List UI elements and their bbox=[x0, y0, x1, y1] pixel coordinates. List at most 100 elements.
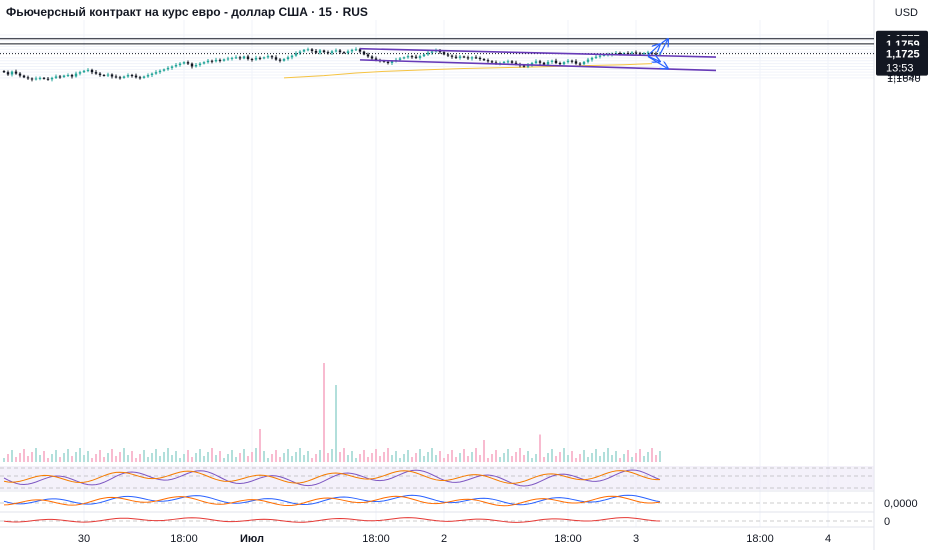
volume-bar bbox=[463, 449, 465, 462]
time-axis-label: 4 bbox=[825, 533, 831, 545]
candle-body bbox=[134, 75, 138, 78]
candle-body bbox=[110, 74, 114, 77]
candle-body bbox=[582, 61, 586, 65]
candle-body bbox=[290, 55, 294, 58]
volume-bar bbox=[163, 452, 165, 462]
volume-bar bbox=[115, 456, 117, 462]
volume-bar bbox=[143, 450, 145, 462]
candle-body bbox=[302, 49, 306, 52]
candle-body bbox=[318, 50, 322, 53]
volume-bar bbox=[283, 453, 285, 462]
candle-body bbox=[166, 67, 170, 70]
candle-body bbox=[194, 65, 198, 67]
volume-bar bbox=[295, 452, 297, 462]
volume-bar bbox=[59, 457, 61, 462]
candle-body bbox=[298, 51, 302, 54]
volume-bar bbox=[147, 457, 149, 462]
volume-bar bbox=[95, 454, 97, 462]
currency-label[interactable]: USD bbox=[895, 7, 918, 19]
volume-bar bbox=[127, 455, 129, 462]
candle-body bbox=[458, 56, 462, 58]
volume-bar bbox=[287, 449, 289, 462]
candle-body bbox=[430, 51, 434, 53]
volume-bar bbox=[635, 453, 637, 462]
volume-bar bbox=[175, 451, 177, 462]
volume-bar bbox=[239, 453, 241, 462]
volume-bar bbox=[207, 452, 209, 462]
candle-body bbox=[478, 57, 482, 60]
candle-body bbox=[334, 50, 338, 52]
volume-bar bbox=[395, 451, 397, 462]
candle-body bbox=[554, 60, 558, 64]
volume-bar bbox=[367, 457, 369, 462]
candle-body bbox=[42, 77, 46, 79]
volume-bar bbox=[179, 458, 181, 462]
candle-body bbox=[30, 78, 34, 80]
candle-body bbox=[158, 70, 162, 73]
volume-bar bbox=[67, 449, 69, 462]
volume-bar bbox=[187, 450, 189, 462]
volume-bar bbox=[255, 448, 257, 462]
volume-bar bbox=[323, 363, 325, 462]
candle-body bbox=[34, 78, 38, 80]
candle-body bbox=[358, 49, 362, 52]
time-axis-label: 30 bbox=[78, 533, 90, 545]
volume-bar bbox=[371, 453, 373, 462]
price-chart[interactable]: 1,17901,17801,17701,17501,17401,17301,17… bbox=[0, 0, 932, 550]
volume-bar bbox=[271, 454, 273, 462]
candle-body bbox=[114, 76, 118, 78]
volume-bar bbox=[495, 450, 497, 462]
volume-bar bbox=[567, 455, 569, 462]
candle-body bbox=[146, 75, 150, 77]
bar-countdown-label: 13:53 bbox=[886, 63, 914, 75]
candle-body bbox=[418, 56, 422, 58]
volume-bar bbox=[499, 457, 501, 462]
candle-body bbox=[578, 63, 582, 65]
volume-bar bbox=[19, 453, 21, 462]
volume-bar bbox=[351, 451, 353, 462]
volume-bar bbox=[63, 453, 65, 462]
candle-body bbox=[74, 73, 78, 77]
volume-bar bbox=[251, 452, 253, 462]
candle-body bbox=[570, 60, 574, 62]
volume-bar bbox=[311, 458, 313, 462]
time-axis-label: 18:00 bbox=[170, 533, 198, 545]
volume-bar bbox=[571, 451, 573, 462]
volume-bar bbox=[387, 448, 389, 462]
volume-bar bbox=[107, 453, 109, 462]
volume-bar bbox=[503, 453, 505, 462]
volume-bar bbox=[91, 458, 93, 462]
candle-body bbox=[118, 77, 122, 79]
volume-bar bbox=[319, 450, 321, 462]
candle-body bbox=[414, 56, 418, 58]
volume-bar bbox=[139, 454, 141, 462]
candle-body bbox=[258, 57, 262, 59]
candle-body bbox=[98, 73, 102, 76]
volume-bar bbox=[659, 451, 661, 462]
candle-body bbox=[506, 61, 510, 63]
volume-bar bbox=[443, 458, 445, 462]
candle-body bbox=[278, 59, 282, 61]
candle-body bbox=[102, 75, 106, 77]
volume-bar bbox=[75, 452, 77, 462]
candle-body bbox=[18, 73, 22, 76]
candle-body bbox=[70, 75, 74, 77]
time-axis-label: Июл bbox=[240, 533, 264, 545]
volume-bar bbox=[199, 449, 201, 462]
volume-bar bbox=[551, 449, 553, 462]
candle-body bbox=[226, 58, 230, 60]
volume-bar bbox=[475, 448, 477, 462]
candle-body bbox=[490, 61, 494, 63]
volume-bar bbox=[403, 454, 405, 462]
candle-body bbox=[150, 73, 154, 76]
volume-bar bbox=[47, 458, 49, 462]
candle-body bbox=[94, 72, 98, 74]
volume-bar bbox=[639, 449, 641, 462]
candle-body bbox=[210, 60, 214, 62]
volume-bar bbox=[299, 448, 301, 462]
volume-bar bbox=[135, 458, 137, 462]
candle-body bbox=[598, 55, 602, 57]
candle-body bbox=[342, 52, 346, 54]
candle-body bbox=[218, 59, 222, 61]
macd-line bbox=[3, 494, 661, 506]
